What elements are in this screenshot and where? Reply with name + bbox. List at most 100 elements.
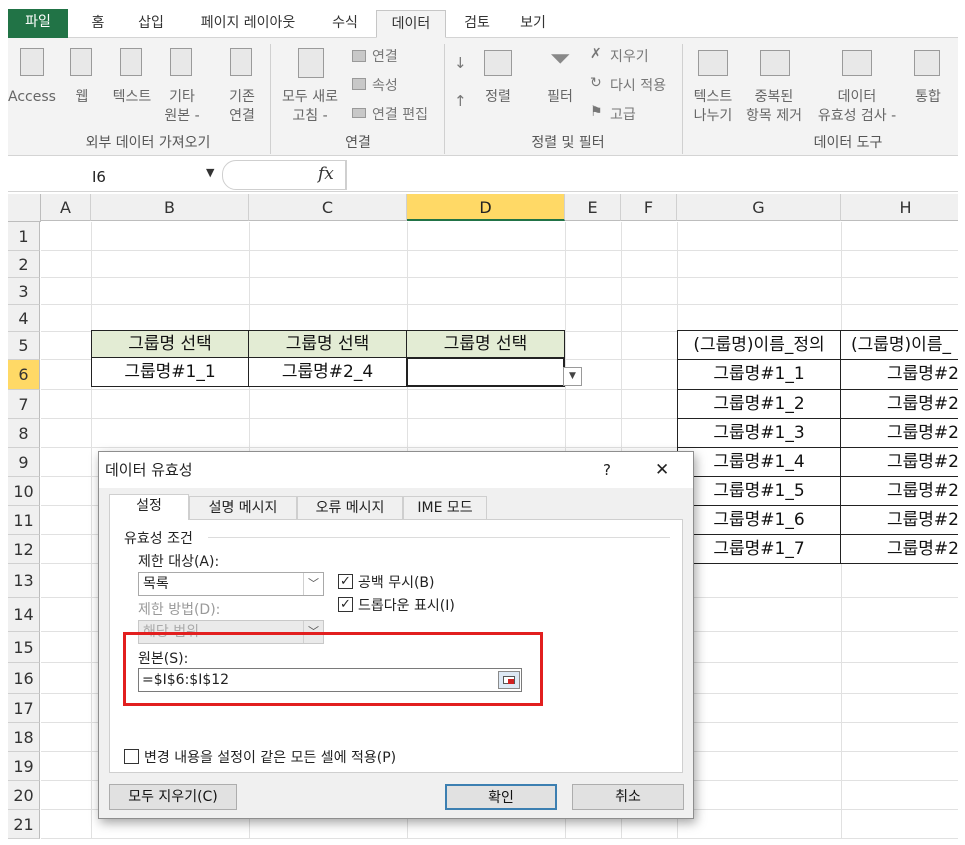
row-header[interactable]: 14: [8, 598, 40, 632]
cell-d6-selected[interactable]: [406, 357, 565, 387]
row-header[interactable]: 13: [8, 564, 40, 598]
text-to-columns-line1[interactable]: 텍스트: [688, 88, 738, 107]
function-icon[interactable]: fx: [318, 164, 334, 184]
cell-g-list-item[interactable]: 그룹명#1_6: [677, 505, 841, 535]
cell-g-list-item[interactable]: 그룹명#1_7: [677, 534, 841, 564]
close-icon[interactable]: ✕: [655, 452, 669, 488]
refresh-all-line1[interactable]: 모두 새로: [274, 88, 346, 107]
column-header-g[interactable]: G: [677, 194, 841, 221]
data-validation-line2[interactable]: 유효성 검사 -: [808, 107, 906, 126]
access-button[interactable]: Access: [8, 88, 56, 107]
formula-input[interactable]: [346, 160, 958, 190]
tab-input-message[interactable]: 설명 메시지: [189, 496, 297, 520]
tab-formulas[interactable]: 수식: [318, 10, 372, 38]
column-header-a[interactable]: A: [41, 194, 91, 221]
cell-h-list-item[interactable]: 그룹명#2: [840, 476, 958, 506]
existing-connections-line2[interactable]: 연결: [220, 107, 264, 126]
remove-duplicates-line2[interactable]: 항목 제거: [738, 107, 810, 126]
help-icon[interactable]: ?: [603, 452, 611, 488]
cell-c6[interactable]: 그룹명#2_4: [248, 357, 407, 387]
row-header[interactable]: 4: [8, 305, 40, 332]
row-header[interactable]: 7: [8, 390, 40, 419]
ok-button[interactable]: 확인: [445, 784, 557, 810]
tab-review[interactable]: 검토: [452, 10, 502, 38]
cell-dropdown-arrow-icon[interactable]: ▼: [563, 367, 582, 386]
existing-connections-line1[interactable]: 기존: [220, 88, 264, 107]
refresh-all-line2[interactable]: 고침 -: [274, 107, 346, 126]
advanced-filter-button[interactable]: 고급: [610, 104, 636, 124]
row-header[interactable]: 11: [8, 506, 40, 535]
column-header-h[interactable]: H: [841, 194, 958, 221]
remove-duplicates-line1[interactable]: 중복된: [738, 88, 810, 107]
row-header[interactable]: 17: [8, 694, 40, 723]
row-header[interactable]: 19: [8, 752, 40, 781]
cell-h-list-item[interactable]: 그룹명#2: [840, 447, 958, 477]
clear-all-button[interactable]: 모두 지우기(C): [109, 784, 237, 810]
name-box[interactable]: I6: [92, 166, 222, 190]
row-header[interactable]: 21: [8, 810, 40, 839]
row-header[interactable]: 3: [8, 278, 40, 305]
cell-b6[interactable]: 그룹명#1_1: [91, 357, 249, 387]
cell-g5[interactable]: (그룹명)이름_정의: [677, 330, 841, 360]
cell-g-list-item[interactable]: 그룹명#1_1: [677, 359, 841, 390]
reapply-button[interactable]: 다시 적용: [610, 75, 666, 95]
tab-ime-mode[interactable]: IME 모드: [403, 496, 487, 520]
sort-button[interactable]: 정렬: [478, 88, 518, 107]
row-header[interactable]: 9: [8, 448, 40, 477]
consolidate-button[interactable]: 통합: [908, 88, 948, 107]
filter-button[interactable]: 필터: [540, 88, 580, 107]
column-header-d[interactable]: D: [407, 194, 565, 221]
tab-view[interactable]: 보기: [508, 10, 558, 38]
other-sources-line1[interactable]: 기타: [160, 88, 204, 107]
tab-insert[interactable]: 삽입: [126, 10, 176, 38]
column-header-e[interactable]: E: [565, 194, 621, 221]
allow-select[interactable]: 목록 ﹀: [138, 572, 324, 596]
cell-g-list-item[interactable]: 그룹명#1_3: [677, 418, 841, 448]
row-header[interactable]: 1: [8, 222, 40, 251]
row-header[interactable]: 20: [8, 781, 40, 810]
web-button[interactable]: 웹: [68, 88, 96, 107]
row-header[interactable]: 2: [8, 251, 40, 278]
column-header-b[interactable]: B: [91, 194, 249, 221]
apply-all-checkbox[interactable]: [124, 749, 139, 764]
column-header-c[interactable]: C: [249, 194, 407, 221]
cell-b5[interactable]: 그룹명 선택: [91, 330, 249, 358]
row-header[interactable]: 15: [8, 632, 40, 663]
row-header[interactable]: 5: [8, 332, 40, 360]
cell-g-list-item[interactable]: 그룹명#1_5: [677, 476, 841, 506]
cell-h-list-item[interactable]: 그룹명#2: [840, 359, 958, 390]
cell-h-list-item[interactable]: 그룹명#2: [840, 505, 958, 535]
cell-h-list-item[interactable]: 그룹명#2: [840, 418, 958, 448]
cell-h5[interactable]: (그룹명)이름_: [840, 330, 958, 360]
name-box-dropdown-icon[interactable]: ▼: [206, 166, 214, 179]
tab-page-layout[interactable]: 페이지 레이아웃: [186, 10, 310, 38]
row-header[interactable]: 8: [8, 419, 40, 448]
row-header[interactable]: 18: [8, 723, 40, 752]
cell-g-list-item[interactable]: 그룹명#1_4: [677, 447, 841, 477]
tab-file[interactable]: 파일: [8, 9, 68, 38]
tab-data[interactable]: 데이터: [376, 10, 446, 38]
connections-button[interactable]: 연결: [372, 46, 398, 66]
text-to-columns-line2[interactable]: 나누기: [688, 107, 738, 126]
cancel-button[interactable]: 취소: [572, 784, 684, 810]
select-all-corner[interactable]: [8, 194, 41, 222]
properties-button[interactable]: 속성: [372, 75, 398, 95]
tab-error-alert[interactable]: 오류 메시지: [297, 496, 403, 520]
cell-h-list-item[interactable]: 그룹명#2: [840, 389, 958, 419]
other-sources-line2[interactable]: 원본 -: [160, 107, 204, 126]
row-header[interactable]: 10: [8, 477, 40, 506]
column-header-f[interactable]: F: [621, 194, 677, 221]
text-import-button[interactable]: 텍스트: [106, 88, 158, 107]
cell-c5[interactable]: 그룹명 선택: [248, 330, 407, 358]
ignore-blank-checkbox[interactable]: ✓: [338, 574, 353, 589]
edit-links-button[interactable]: 연결 편집: [372, 104, 428, 124]
tab-settings[interactable]: 설정: [109, 494, 189, 520]
data-validation-line1[interactable]: 데이터: [808, 88, 906, 107]
cell-g-list-item[interactable]: 그룹명#1_2: [677, 389, 841, 419]
tab-home[interactable]: 홈: [80, 10, 116, 38]
cell-h-list-item[interactable]: 그룹명#2: [840, 534, 958, 564]
dropdown-checkbox[interactable]: ✓: [338, 597, 353, 612]
sort-az-icon[interactable]: ↓: [454, 54, 467, 72]
clear-filter-button[interactable]: 지우기: [610, 46, 649, 66]
row-header[interactable]: 6: [8, 360, 40, 390]
